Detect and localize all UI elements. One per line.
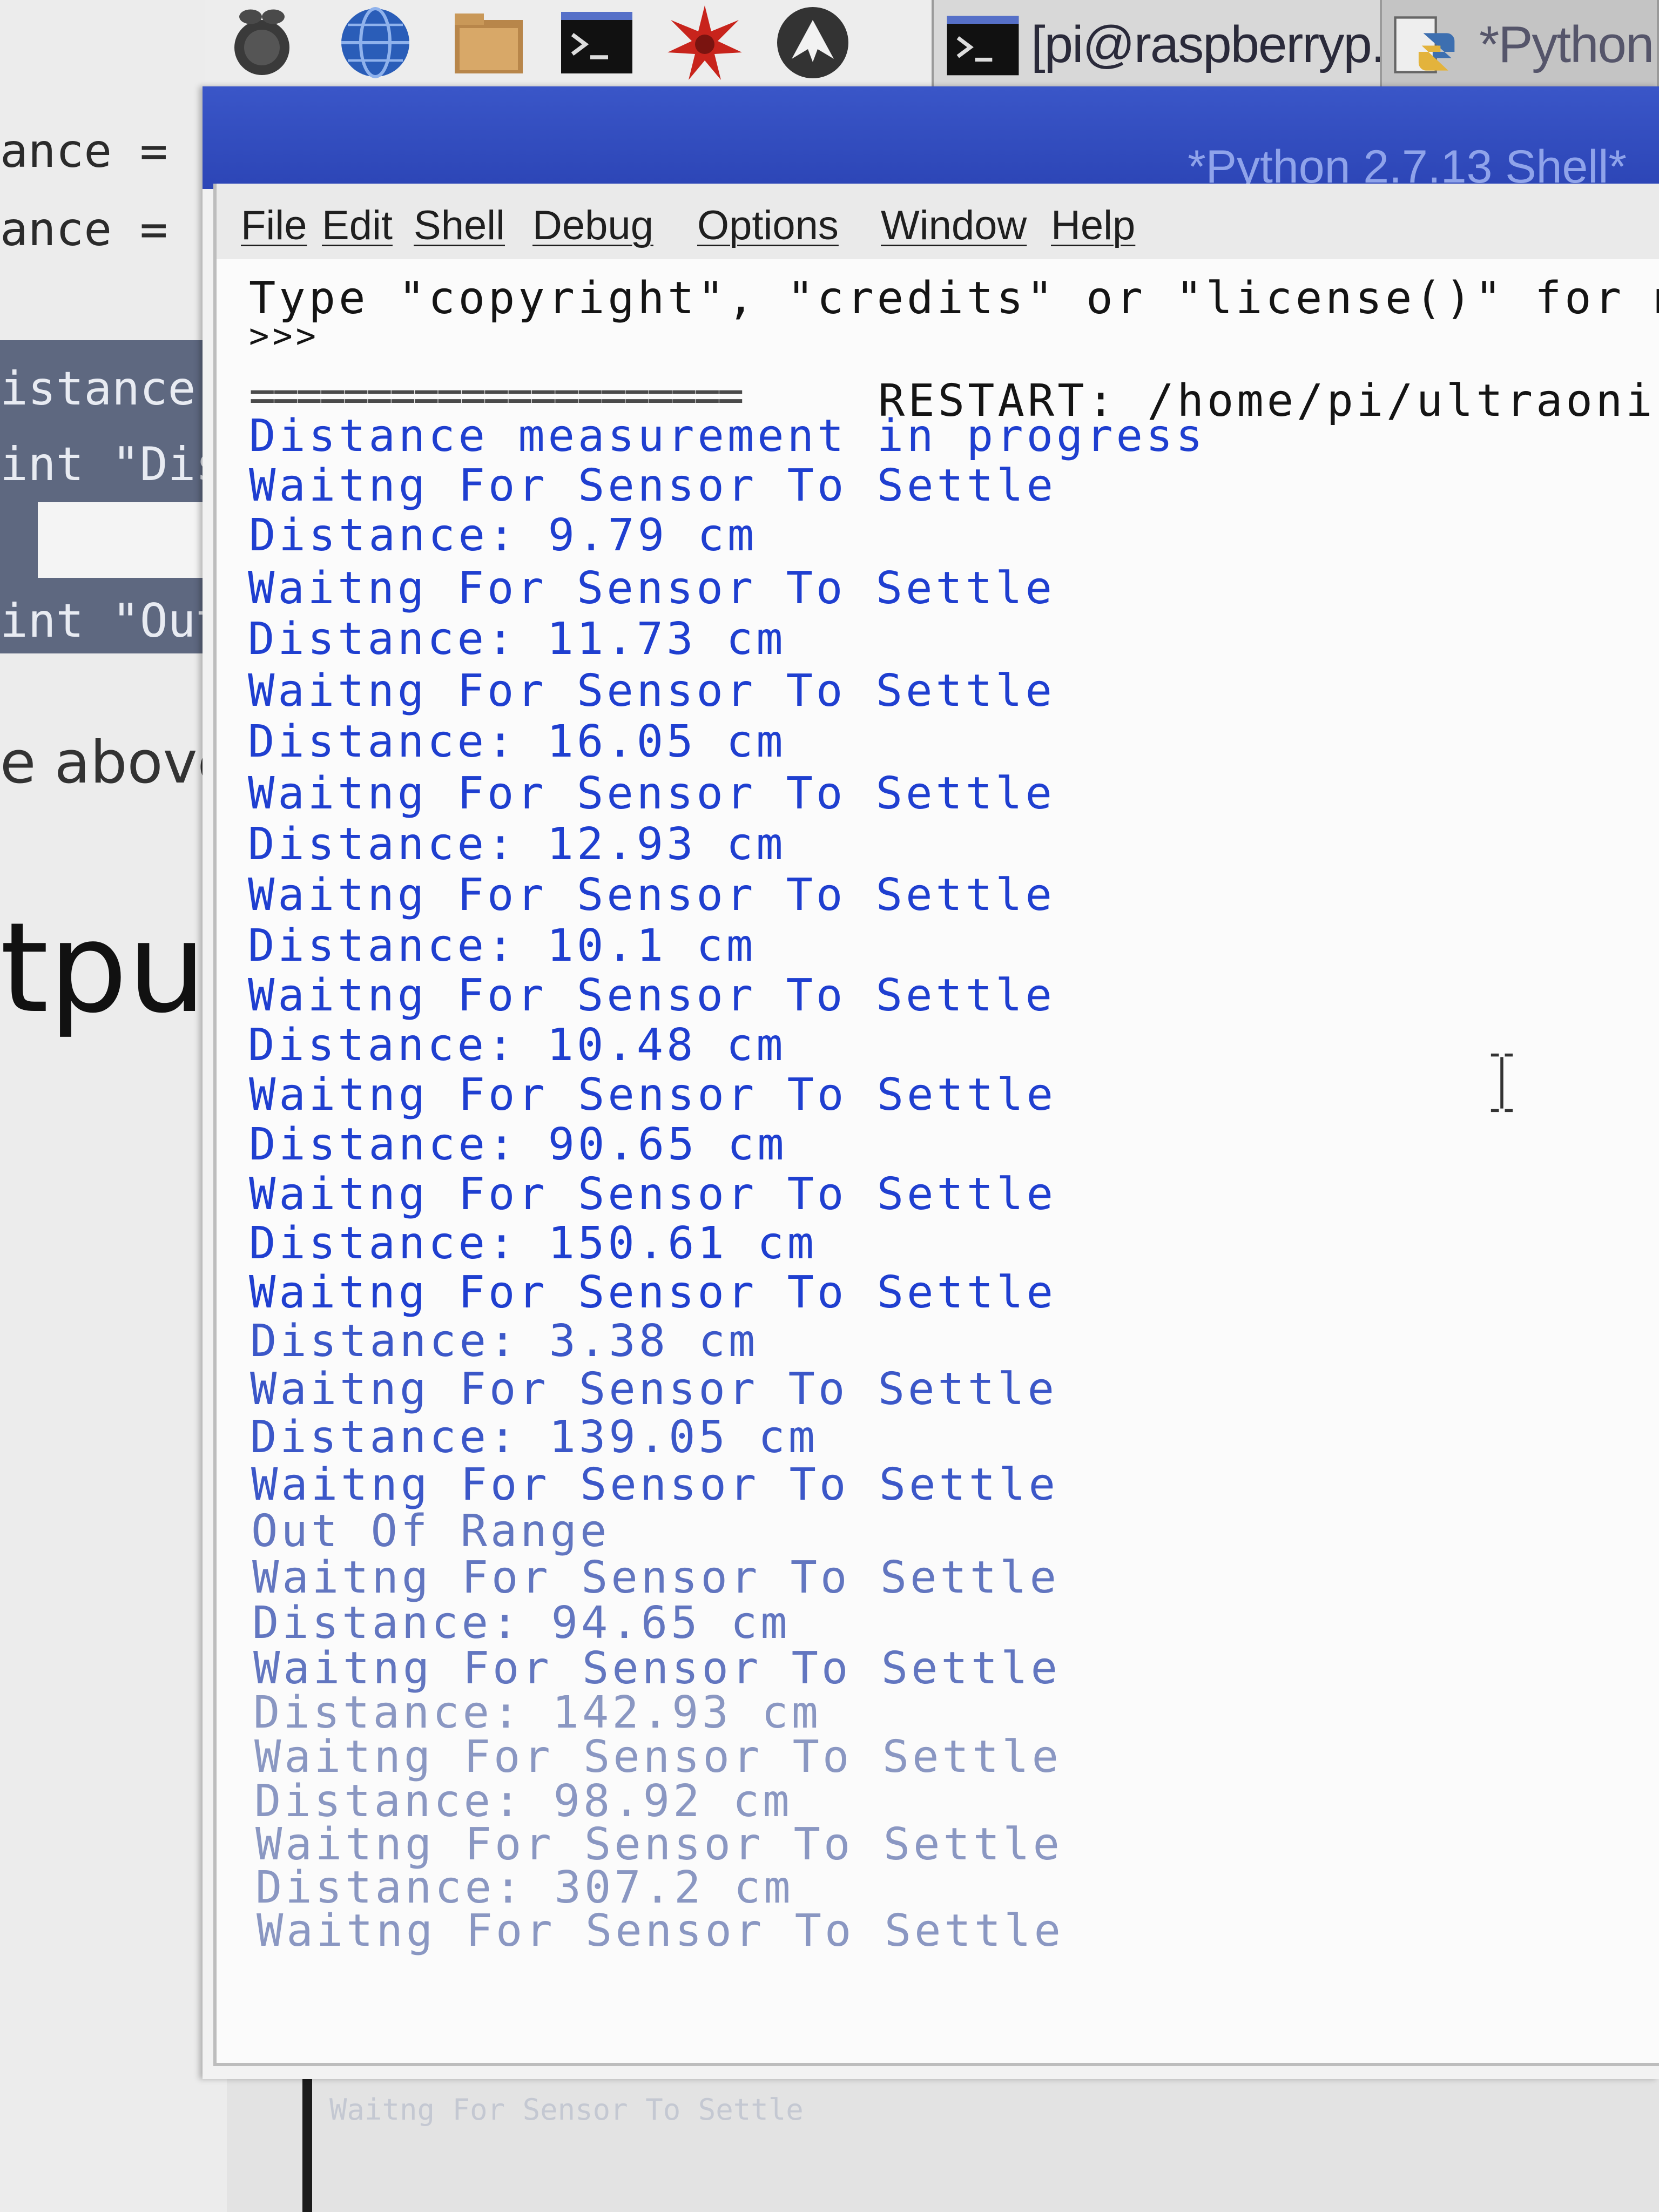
output-line: Waitng For Sensor To Settle — [249, 1169, 1056, 1220]
background-code-line: ance = r — [0, 203, 224, 257]
background-highlighted-code-block: istance int "Dis int "Out — [0, 340, 227, 653]
taskbar-terminal-window-button[interactable]: [pi@raspberryp... — [932, 0, 1407, 92]
taskbar-task-label: [pi@raspberryp... — [1031, 16, 1407, 73]
menu-bar: File Edit Shell Debug Options Window Hel… — [213, 184, 1659, 259]
terminal-icon — [561, 12, 632, 73]
output-line: Waitng For Sensor To Settle — [253, 1643, 1061, 1694]
python-shell-window[interactable]: *Python 2.7.13 Shell* File Edit Shell De… — [203, 86, 1659, 2079]
output-line: Distance: 90.65 cm — [249, 1119, 787, 1170]
background-code-line: int "Dis — [0, 437, 224, 491]
wolfram-launcher[interactable] — [767, 0, 859, 85]
background-code-box — [38, 502, 216, 578]
raspberry-icon — [234, 9, 289, 75]
background-heading: tpu — [0, 896, 206, 1041]
faint-output-line: Waitng For Sensor To Settle — [329, 2093, 804, 2127]
menu-shell[interactable]: Shell — [414, 202, 505, 249]
background-code-line: ance = r — [0, 124, 224, 178]
output-line: Distance: 142.93 cm — [253, 1687, 821, 1738]
file-manager-icon — [455, 14, 523, 73]
output-line: Distance: 94.65 cm — [252, 1597, 791, 1649]
background-prose-text: e above — [0, 729, 233, 797]
output-line: Distance: 3.38 cm — [250, 1316, 759, 1367]
output-line: Distance: 10.1 cm — [248, 920, 757, 972]
output-line: Waitng For Sensor To Settle — [248, 563, 1055, 614]
wolfram-icon — [777, 7, 848, 78]
output-line: Distance: 10.48 cm — [248, 1020, 786, 1071]
output-line: Waitng For Sensor To Settle — [248, 970, 1055, 1021]
output-line: Waitng For Sensor To Settle — [250, 1364, 1057, 1415]
output-line: Waitng For Sensor To Settle — [249, 1267, 1056, 1318]
output-line: Waitng For Sensor To Settle — [257, 1905, 1064, 1957]
background-document-window: ance = r ance = r istance int "Dis int "… — [0, 0, 233, 2212]
terminal-launcher[interactable] — [551, 0, 643, 85]
output-line: Waitng For Sensor To Settle — [254, 1731, 1062, 1783]
mathematica-launcher[interactable] — [659, 0, 751, 85]
taskbar: [pi@raspberryp... *Python 2 — [205, 0, 1659, 97]
menu-options[interactable]: Options — [697, 202, 839, 249]
output-line: Waitng For Sensor To Settle — [248, 768, 1055, 819]
output-line: Waitng For Sensor To Settle — [249, 1069, 1056, 1121]
taskbar-task-label: *Python 2 — [1479, 16, 1657, 73]
terminal-icon — [947, 16, 1019, 76]
menu-edit[interactable]: Edit — [322, 202, 393, 249]
background-window-edge — [302, 2074, 312, 2212]
output-line: Distance: 139.05 cm — [250, 1412, 818, 1463]
shell-text-area[interactable]: Type "copyright", "credits" or "license(… — [213, 259, 1659, 2066]
output-line: Distance: 150.61 cm — [249, 1218, 817, 1269]
output-line: Waitng For Sensor To Settle — [249, 460, 1056, 511]
math-starburst-icon — [667, 5, 742, 80]
background-code-line: istance — [0, 362, 196, 416]
web-browser-launcher[interactable] — [329, 0, 421, 85]
shell-banner: Type "copyright", "credits" or "license(… — [249, 273, 1659, 324]
menu-help[interactable]: Help — [1051, 202, 1135, 249]
output-line: Distance: 9.79 cm — [249, 510, 758, 561]
menu-window[interactable]: Window — [881, 202, 1027, 249]
shell-prompt: >>> — [249, 316, 319, 355]
menu-file[interactable]: File — [241, 202, 307, 249]
background-code-line: int "Out — [0, 594, 224, 648]
text-caret — [249, 2063, 252, 2066]
menu-debug[interactable]: Debug — [532, 202, 653, 249]
output-line: Distance: 16.05 cm — [248, 716, 786, 767]
taskbar-python-shell-button[interactable]: *Python 2 — [1380, 0, 1659, 92]
background-faint-output: Waitng For Sensor To Settle — [329, 2090, 1193, 2130]
output-line: Waitng For Sensor To Settle — [248, 665, 1055, 717]
ibeam-cursor-icon — [1491, 1053, 1513, 1112]
window-title-bar[interactable]: *Python 2.7.13 Shell* — [203, 86, 1659, 193]
output-line: Distance measurement in progress — [249, 410, 1206, 462]
file-manager-launcher[interactable] — [443, 0, 535, 85]
globe-icon — [341, 7, 409, 78]
output-line: Distance: 11.73 cm — [248, 613, 786, 665]
python-idle-icon — [1394, 16, 1455, 73]
output-line: Waitng For Sensor To Settle — [251, 1459, 1058, 1510]
raspberry-menu-button[interactable] — [216, 0, 308, 85]
output-line: Out Of Range — [251, 1506, 610, 1557]
output-line: Waitng For Sensor To Settle — [252, 1552, 1060, 1603]
output-line: Distance: 12.93 cm — [248, 819, 786, 870]
output-line: Waitng For Sensor To Settle — [248, 869, 1055, 921]
